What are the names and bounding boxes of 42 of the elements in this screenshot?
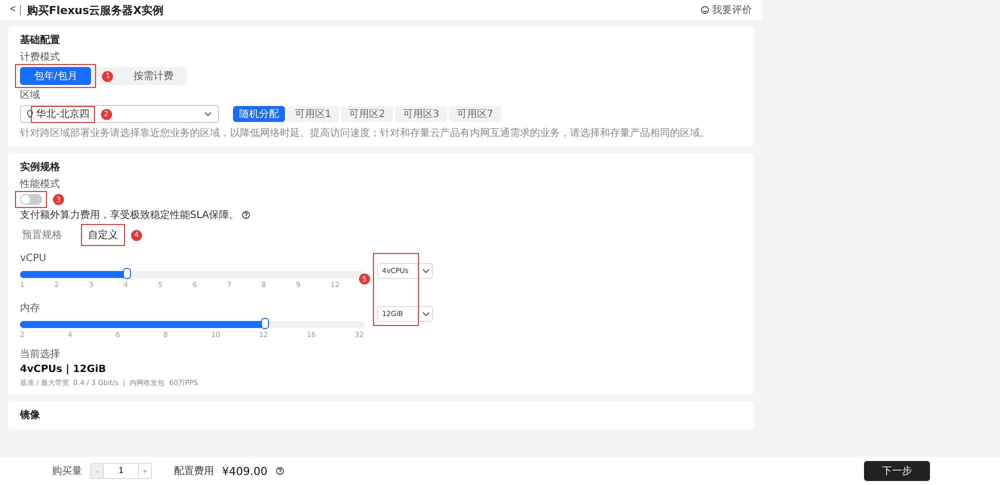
zone-option[interactable]: 随机分配 <box>233 106 285 122</box>
slider-track[interactable] <box>20 271 365 278</box>
next-button[interactable]: 下一步 <box>864 461 930 481</box>
section-title: 基础配置 <box>20 34 60 47</box>
current-selection: 4vCPUs | 12GiB <box>20 364 106 375</box>
performance-note: 支付额外算力费用，享受极致稳定性能SLA保障。 <box>20 208 239 222</box>
slider-thumb[interactable] <box>122 268 131 279</box>
billing-option[interactable]: 包年/包月 <box>20 67 92 85</box>
spec-tab[interactable]: 预置规格 <box>20 227 64 243</box>
performance-switch[interactable] <box>20 194 42 205</box>
field-label: 计费模式 <box>20 50 60 64</box>
location-icon <box>27 110 33 118</box>
section-title: 镜像 <box>20 408 40 422</box>
chevron-down-icon <box>422 311 430 317</box>
help-icon[interactable] <box>242 211 250 219</box>
slider-track[interactable] <box>20 321 365 328</box>
minus-button[interactable]: - <box>91 464 103 478</box>
slider-label: vCPU <box>20 253 46 264</box>
fee-amount: ¥409.00 <box>222 464 268 478</box>
chevron-down-icon <box>422 268 430 274</box>
billing-option[interactable]: 按需计费 <box>119 67 188 85</box>
zone-option[interactable]: 可用区1 <box>287 106 339 122</box>
field-label: 性能模式 <box>20 178 60 191</box>
zone-option[interactable]: 可用区7 <box>449 106 501 122</box>
field-label: 区域 <box>20 88 40 102</box>
spec-tab[interactable]: 自定义 <box>86 227 120 243</box>
zone-option[interactable]: 可用区3 <box>395 106 447 122</box>
help-icon[interactable] <box>276 467 284 475</box>
field-label: 当前选择 <box>20 348 60 361</box>
smiley-icon <box>701 6 709 14</box>
fee-label: 配置费用 <box>174 464 214 478</box>
quantity-label: 购买量 <box>52 465 82 478</box>
region-hint: 针对跨区域部署业务请选择靠近您业务的区域，以降低网络时延、提高访问速度；针对和存量云产品有内网互通需求的业务，请选择和存量产品相同的区域。 <box>20 126 710 140</box>
section-title: 实例规格 <box>20 160 60 174</box>
slider-thumb[interactable] <box>260 318 269 329</box>
zone-option[interactable]: 可用区2 <box>341 106 393 122</box>
chevron-down-icon <box>204 111 212 117</box>
page-title: 购买Flexus云服务器X实例 <box>26 2 164 18</box>
back-button[interactable]: < <box>10 5 21 15</box>
slider-label: 内存 <box>20 303 40 314</box>
region-value: 华北-北京四 <box>36 108 90 120</box>
feedback-link[interactable]: 我要评价 <box>701 3 752 17</box>
